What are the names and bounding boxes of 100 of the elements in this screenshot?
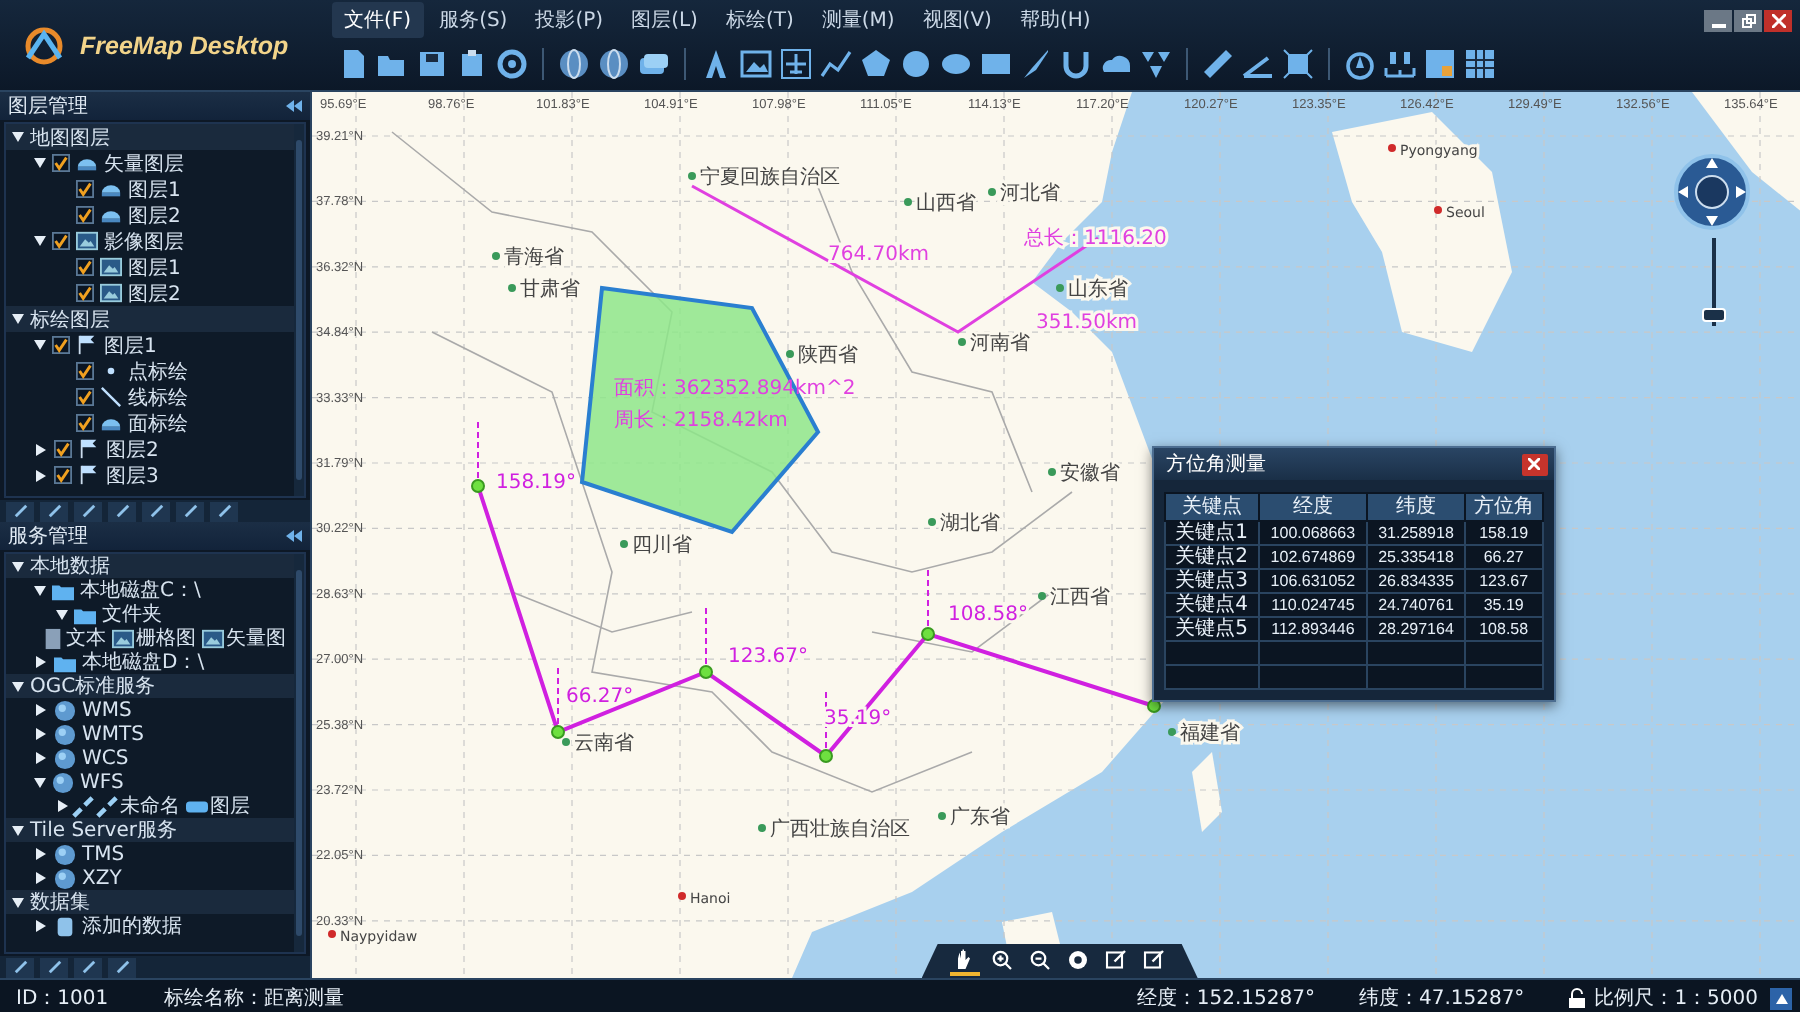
menu-item[interactable]: 测量(M) [809, 2, 907, 38]
expand-arrow-icon[interactable] [12, 897, 24, 907]
lock-icon[interactable] [1568, 988, 1587, 1008]
map-icon[interactable] [1424, 48, 1456, 80]
refresh-button[interactable] [6, 957, 34, 977]
collapse-icon[interactable] [285, 530, 302, 542]
clipboard-icon[interactable] [456, 48, 488, 80]
expand-button[interactable] [142, 501, 170, 521]
tree-item-label[interactable]: XZY [82, 867, 122, 889]
circle-icon[interactable] [900, 48, 932, 80]
tree-item-label[interactable]: 点标绘 [128, 357, 188, 385]
tree-item-label[interactable]: WFS [80, 771, 124, 793]
polyline-icon[interactable] [820, 48, 852, 80]
menu-item[interactable]: 投影(P) [523, 2, 616, 38]
minimize-button[interactable] [1704, 9, 1732, 31]
globe-icon[interactable] [598, 48, 630, 80]
tree-item-label[interactable]: 未命名 [120, 792, 180, 820]
checkbox[interactable] [76, 206, 94, 224]
layer-bottom-button[interactable] [108, 501, 136, 521]
tree-item-label[interactable]: 文件夹 [102, 600, 162, 628]
slider-thumb[interactable] [1701, 308, 1726, 323]
menu-item[interactable]: 帮助(H) [1007, 2, 1103, 38]
save-icon[interactable] [416, 48, 448, 80]
globe-icon[interactable] [558, 48, 590, 80]
column-header: 纬度 [1367, 493, 1465, 521]
tree-item-label[interactable]: 图层1 [128, 253, 181, 281]
expand-arrow-icon[interactable] [36, 920, 46, 932]
tree-item-label[interactable]: 图层 [210, 792, 250, 820]
close-button[interactable] [1764, 9, 1792, 31]
menu-item[interactable]: 服务(S) [427, 2, 520, 38]
tree-item-label[interactable]: 图层2 [128, 279, 181, 307]
tree-item-label[interactable]: 本地磁盘C：\ [80, 576, 201, 604]
flag-icon [78, 438, 100, 460]
expand-button[interactable] [40, 957, 68, 977]
tree-item-label[interactable]: 图层2 [106, 435, 159, 463]
text-icon[interactable] [700, 48, 732, 80]
tree-item-label[interactable]: TMS [82, 843, 125, 865]
checkbox[interactable] [76, 362, 94, 380]
checkbox[interactable] [76, 284, 94, 302]
delete-button[interactable] [108, 957, 136, 977]
picture-icon[interactable] [740, 48, 772, 80]
delete-button[interactable] [210, 501, 238, 521]
magnet-icon[interactable] [1060, 48, 1092, 80]
tree-item-label[interactable]: 图层1 [104, 331, 157, 359]
checkbox[interactable] [76, 388, 94, 406]
tree-item-label[interactable]: 添加的数据 [82, 912, 182, 940]
expand-arrow-icon[interactable] [12, 681, 24, 691]
tree-item-label[interactable]: WCS [82, 747, 129, 769]
layer-top-button[interactable] [74, 501, 102, 521]
expand-arrow-icon[interactable] [12, 314, 24, 324]
menu-item[interactable]: 标绘(T) [713, 2, 806, 38]
checkbox[interactable] [52, 336, 70, 354]
tree-item-label[interactable]: 栅格图 [136, 624, 196, 652]
scale-icon[interactable] [1384, 48, 1416, 80]
tree-item-label[interactable]: 矢量图层 [104, 149, 184, 177]
collapse-button[interactable] [176, 501, 204, 521]
tree-item-label[interactable]: 图层1 [128, 175, 181, 203]
tree-item-label[interactable]: 面标绘 [128, 409, 188, 437]
map-view[interactable] [311, 92, 1800, 978]
layer-down-button[interactable] [40, 501, 68, 521]
tree-item-label[interactable]: WMS [82, 699, 132, 721]
checkbox[interactable] [76, 414, 94, 432]
menu-item[interactable]: 图层(L) [619, 2, 710, 38]
tree-item-label[interactable]: WMTS [82, 723, 144, 745]
tree-item-label[interactable]: 文本 [66, 624, 106, 652]
tree-item-label[interactable]: 影像图层 [104, 227, 184, 255]
ruler-icon[interactable] [1202, 48, 1234, 80]
layers-icon[interactable] [638, 48, 670, 80]
restore-button[interactable] [1734, 9, 1762, 31]
expand-arrow-icon[interactable] [12, 561, 24, 571]
tree-item-label[interactable]: 图层3 [106, 461, 159, 489]
triangles-icon[interactable] [1140, 48, 1172, 80]
checkbox[interactable] [52, 154, 70, 172]
tree-item-label[interactable]: 矢量图 [226, 624, 286, 652]
expand-button[interactable] [1770, 987, 1792, 1009]
ellipse-icon[interactable] [940, 48, 972, 80]
expand-arrow-icon[interactable] [12, 825, 24, 835]
rectangle-icon[interactable] [980, 48, 1012, 80]
checkbox[interactable] [76, 258, 94, 276]
checkbox[interactable] [52, 232, 70, 250]
pentagon-icon[interactable] [860, 48, 892, 80]
tree-item-label[interactable]: 图层2 [128, 201, 181, 229]
expand-arrow-icon[interactable] [12, 132, 24, 142]
compass-control[interactable] [1671, 152, 1752, 232]
checkbox[interactable] [54, 466, 72, 484]
collapse-button[interactable] [74, 957, 102, 977]
layer-up-button[interactable] [6, 501, 34, 521]
close-button[interactable] [1521, 453, 1548, 475]
tree-item-label[interactable]: 本地磁盘D：\ [82, 648, 205, 676]
frame-icon[interactable] [1282, 48, 1314, 80]
checkbox[interactable] [54, 440, 72, 458]
gear-icon[interactable] [496, 48, 528, 80]
zoom-slider[interactable] [1701, 238, 1726, 326]
menu-item[interactable]: 文件(F) [332, 2, 424, 38]
grid-icon[interactable] [1464, 48, 1496, 80]
compass-icon[interactable] [1344, 48, 1376, 80]
menu-item[interactable]: 视图(V) [910, 2, 1004, 38]
collapse-icon[interactable] [285, 100, 302, 112]
checkbox[interactable] [76, 180, 94, 198]
tree-item-label[interactable]: 线标绘 [128, 383, 188, 411]
